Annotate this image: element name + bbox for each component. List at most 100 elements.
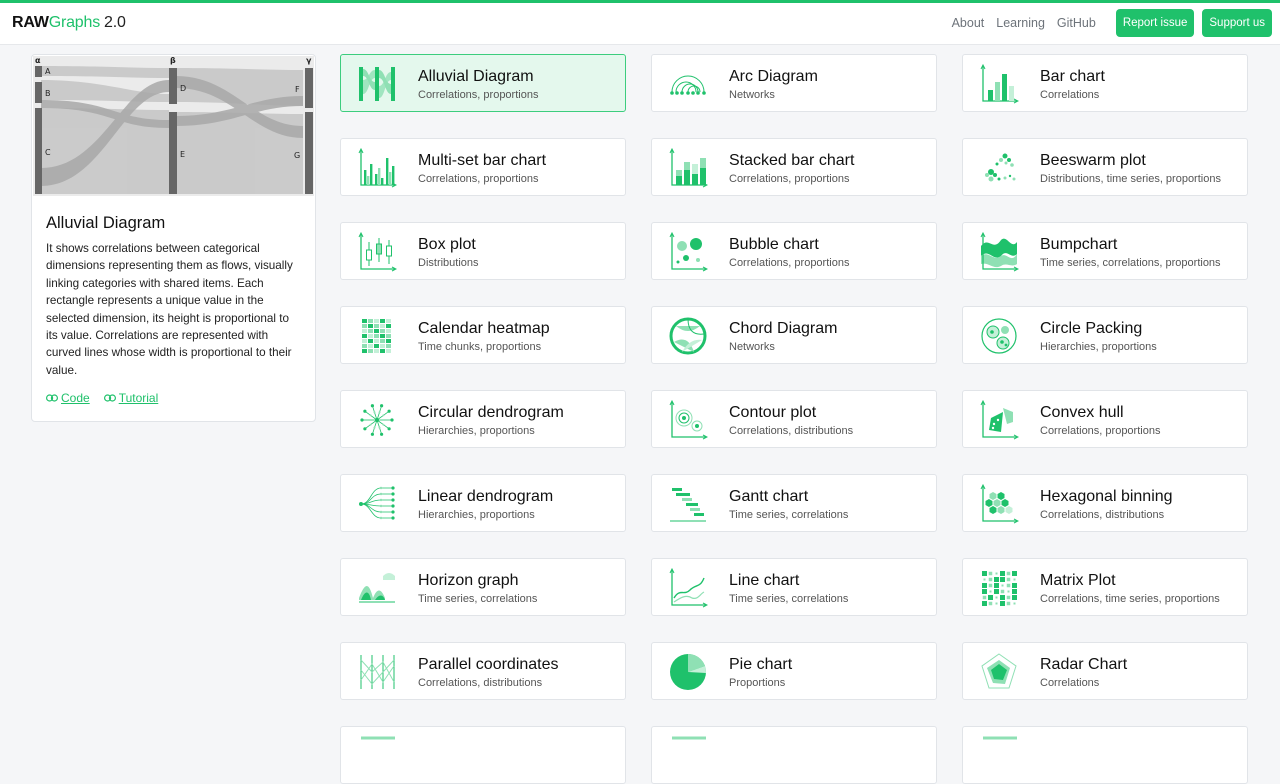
- brand-graphs: Graphs: [48, 14, 101, 31]
- chart-card-tags: Networks: [729, 341, 775, 353]
- chart-card-horizon-icon[interactable]: Horizon graph Time series, correlations: [340, 558, 626, 616]
- chart-card-tags: Time series, correlations: [729, 509, 849, 521]
- chart-card-name: Chord Diagram: [729, 320, 838, 337]
- chart-card-tags: Correlations, proportions: [729, 173, 850, 185]
- beeswarm-icon: [979, 148, 1019, 188]
- chart-card-name: Linear dendrogram: [418, 488, 554, 505]
- chart-card-beeswarm-icon[interactable]: Beeswarm plot Distributions, time series,…: [962, 138, 1248, 196]
- linear-dendrogram-icon: [357, 484, 397, 524]
- preview-node-d: D: [180, 84, 186, 93]
- brand-version: 2.0: [104, 14, 126, 31]
- preview-node-c: C: [45, 148, 51, 157]
- partial-icon: [357, 736, 397, 776]
- nav-links: About Learning GitHub Report issue Suppo…: [952, 9, 1272, 37]
- chart-card-partial-icon[interactable]: [651, 726, 937, 784]
- chart-card-stacked-bar-icon[interactable]: Stacked bar chart Correlations, proportio…: [651, 138, 937, 196]
- chart-card-name: Multi-set bar chart: [418, 152, 547, 169]
- hexbin-icon: [979, 483, 1020, 524]
- tutorial-link[interactable]: Tutorial: [103, 391, 159, 405]
- chart-card-name: Line chart: [729, 572, 800, 589]
- preview-node-g: G: [294, 151, 300, 160]
- selected-chart-title: Alluvial Diagram: [46, 214, 166, 232]
- chart-card-bubble-icon[interactable]: Bubble chart Correlations, proportions: [651, 222, 937, 280]
- chart-card-tags: Time chunks, proportions: [418, 341, 542, 353]
- brand-logo[interactable]: RAWGraphs 2.0: [12, 14, 126, 32]
- chart-card-parallel-icon[interactable]: Parallel coordinates Correlations, distri…: [340, 642, 626, 700]
- chart-card-boxplot-icon[interactable]: Box plot Distributions: [340, 222, 626, 280]
- chart-card-matrix-icon[interactable]: Matrix Plot Correlations, time series, pr…: [962, 558, 1248, 616]
- chart-card-tags: Hierarchies, proportions: [418, 509, 535, 521]
- chart-card-tags: Correlations, proportions: [1040, 425, 1161, 437]
- preview-node-e: E: [180, 150, 185, 159]
- chart-card-arc-icon[interactable]: Arc Diagram Networks: [651, 54, 937, 112]
- chart-card-circle-packing-icon[interactable]: Circle Packing Hierarchies, proportions: [962, 306, 1248, 364]
- support-us-button[interactable]: Support us: [1202, 9, 1272, 37]
- contour-icon: [668, 399, 709, 440]
- partial-icon: [668, 736, 708, 776]
- stacked-bar-icon: [668, 147, 709, 188]
- chart-card-linear-dendrogram-icon[interactable]: Linear dendrogram Hierarchies, proportion…: [340, 474, 626, 532]
- chart-card-name: Matrix Plot: [1040, 572, 1116, 589]
- chart-card-name: Arc Diagram: [729, 68, 818, 85]
- chart-card-multiset-bar-icon[interactable]: Multi-set bar chart Correlations, proport…: [340, 138, 626, 196]
- chart-card-tags: Correlations, proportions: [418, 89, 539, 101]
- chart-card-name: Circle Packing: [1040, 320, 1143, 337]
- report-issue-button[interactable]: Report issue: [1115, 9, 1195, 37]
- chart-card-name: Bumpchart: [1040, 236, 1118, 253]
- chart-card-name: Gantt chart: [729, 488, 809, 505]
- calendar-icon: [357, 316, 397, 356]
- chart-card-alluvial-icon[interactable]: Alluvial Diagram Correlations, proportion…: [340, 54, 626, 112]
- nav-about-link[interactable]: About: [952, 16, 985, 30]
- chart-card-radar-icon[interactable]: Radar Chart Correlations: [962, 642, 1248, 700]
- nav-learning-link[interactable]: Learning: [996, 16, 1045, 30]
- brand-raw: RAW: [12, 14, 49, 31]
- chart-card-circular-dendrogram-icon[interactable]: Circular dendrogram Hierarchies, proporti…: [340, 390, 626, 448]
- chord-icon: [668, 316, 708, 356]
- chart-card-name: Parallel coordinates: [418, 656, 559, 673]
- link-icon: [46, 394, 58, 402]
- chart-card-tags: Correlations: [1040, 677, 1100, 689]
- chart-card-name: Convex hull: [1040, 404, 1124, 421]
- link-icon: [103, 394, 116, 402]
- tutorial-link-label: Tutorial: [118, 391, 159, 405]
- bar-icon: [979, 63, 1020, 104]
- chart-card-bumpchart-icon[interactable]: Bumpchart Time series, correlations, prop…: [962, 222, 1248, 280]
- chart-card-contour-icon[interactable]: Contour plot Correlations, distributions: [651, 390, 937, 448]
- code-link[interactable]: Code: [46, 391, 90, 405]
- chart-card-tags: Time series, correlations, proportions: [1040, 257, 1221, 269]
- preview-node-a: A: [45, 67, 51, 76]
- chart-card-name: Stacked bar chart: [729, 152, 855, 169]
- chart-card-name: Hexagonal binning: [1040, 488, 1173, 505]
- chart-card-gantt-icon[interactable]: Gantt chart Time series, correlations: [651, 474, 937, 532]
- radar-icon: [979, 652, 1019, 692]
- chart-card-calendar-icon[interactable]: Calendar heatmap Time chunks, proportions: [340, 306, 626, 364]
- chart-card-name: Bar chart: [1040, 68, 1105, 85]
- chart-card-name: Bubble chart: [729, 236, 819, 253]
- matrix-icon: [979, 568, 1019, 608]
- chart-card-tags: Time series, correlations: [729, 593, 849, 605]
- chart-card-tags: Hierarchies, proportions: [1040, 341, 1157, 353]
- top-navbar: RAWGraphs 2.0 About Learning GitHub Repor…: [0, 3, 1280, 45]
- chart-card-tags: Networks: [729, 89, 775, 101]
- chart-card-bar-icon[interactable]: Bar chart Correlations: [962, 54, 1248, 112]
- chart-card-hexbin-icon[interactable]: Hexagonal binning Correlations, distribut…: [962, 474, 1248, 532]
- circle-packing-icon: [979, 316, 1019, 356]
- selected-chart-links: Code Tutorial: [46, 391, 172, 405]
- chart-card-name: Circular dendrogram: [418, 404, 564, 421]
- bumpchart-icon: [979, 231, 1020, 272]
- chart-card-name: Radar Chart: [1040, 656, 1128, 673]
- arc-icon: [668, 64, 708, 104]
- chart-card-tags: Correlations: [1040, 89, 1100, 101]
- chart-card-pie-icon[interactable]: Pie chart Proportions: [651, 642, 937, 700]
- chart-card-name: Horizon graph: [418, 572, 519, 589]
- chart-card-line-icon[interactable]: Line chart Time series, correlations: [651, 558, 937, 616]
- alluvial-icon: [357, 64, 397, 104]
- preview-node-b: B: [45, 89, 51, 98]
- preview-col-c: γ: [306, 56, 312, 65]
- chart-card-partial-icon[interactable]: [340, 726, 626, 784]
- nav-github-link[interactable]: GitHub: [1057, 16, 1096, 30]
- chart-card-partial-icon[interactable]: [962, 726, 1248, 784]
- chart-card-chord-icon[interactable]: Chord Diagram Networks: [651, 306, 937, 364]
- chart-card-name: Calendar heatmap: [418, 320, 550, 337]
- chart-card-convex-hull-icon[interactable]: Convex hull Correlations, proportions: [962, 390, 1248, 448]
